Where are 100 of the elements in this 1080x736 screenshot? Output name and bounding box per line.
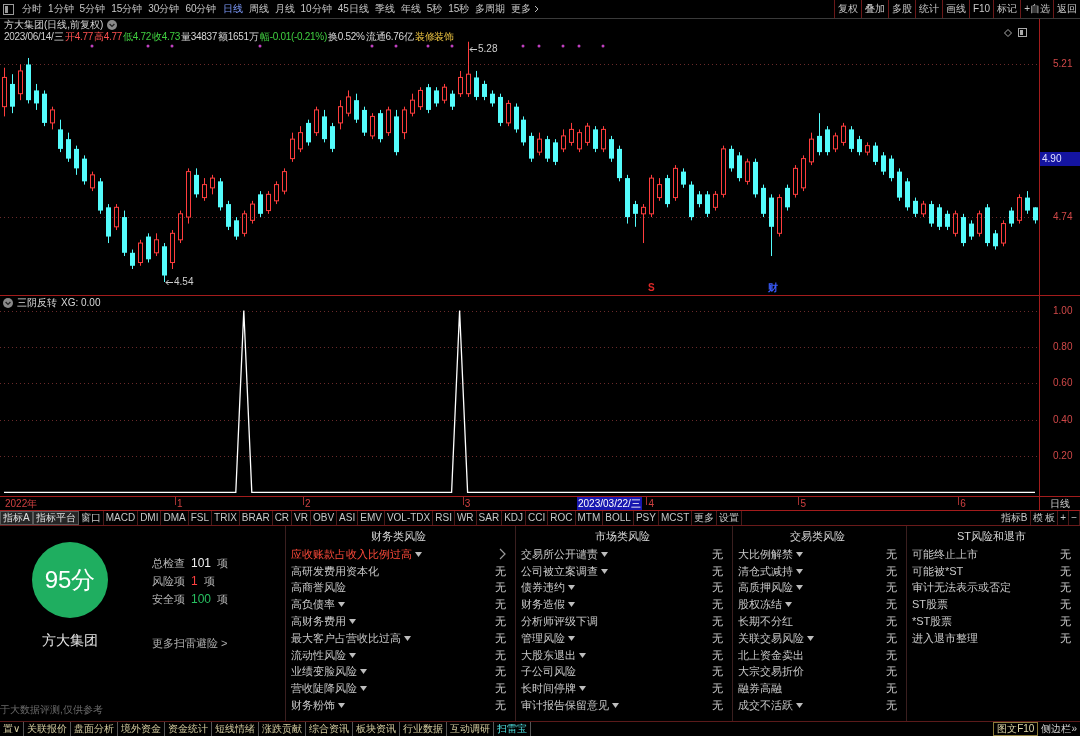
period-tab[interactable]: 30分钟 xyxy=(145,0,183,18)
risk-item[interactable]: 长时间停牌 xyxy=(521,681,576,697)
toolbar-button[interactable]: 画线 xyxy=(941,0,969,18)
bottom-tab[interactable]: 盘面分析 xyxy=(71,722,119,736)
period-tab[interactable]: 45日线 xyxy=(334,0,372,18)
indicator-tab[interactable]: ASI xyxy=(337,511,359,525)
risk-item[interactable]: 交易所公开谴责 xyxy=(521,546,598,562)
indicator-tab[interactable]: FSL xyxy=(188,511,213,525)
bottom-tab[interactable]: 扫雷宝 xyxy=(494,722,532,736)
indicator-tab[interactable]: DMI xyxy=(138,511,162,525)
bottom-tab[interactable]: 板块资讯 xyxy=(353,722,401,736)
risk-item[interactable]: 可能被*ST xyxy=(912,563,964,579)
risk-item[interactable]: 审计报告保留意见 xyxy=(521,698,609,714)
risk-item[interactable]: 大股东退出 xyxy=(521,647,576,663)
event-marker[interactable]: 财 xyxy=(768,282,778,294)
toolbar-button[interactable]: 指标B xyxy=(998,511,1031,525)
period-tab[interactable]: 多周期 xyxy=(472,0,509,18)
risk-item[interactable]: 高负债率 xyxy=(291,597,335,613)
risk-item[interactable]: 大宗交易折价 xyxy=(738,664,804,680)
period-tab[interactable]: 5秒 xyxy=(423,0,446,18)
period-tab[interactable]: 1分钟 xyxy=(45,0,77,18)
risk-item[interactable]: 高财务费用 xyxy=(291,614,346,630)
risk-item[interactable]: 营收陡降风险 xyxy=(291,681,357,697)
indicator-tab[interactable]: VOL-TDX xyxy=(384,511,434,525)
indicator-tab[interactable]: PSY xyxy=(633,511,659,525)
bottom-tab[interactable]: 资金统计 xyxy=(165,722,213,736)
toolbar-button[interactable]: 标记 xyxy=(993,0,1021,18)
risk-item[interactable]: 流动性风险 xyxy=(291,647,346,663)
toolbar-button[interactable]: 叠加 xyxy=(860,0,888,18)
toolbar-button[interactable]: F10 xyxy=(968,0,994,18)
period-tab[interactable]: 月线 xyxy=(271,0,298,18)
risk-item[interactable]: 财务造假 xyxy=(521,597,565,613)
period-tab[interactable]: 10分钟 xyxy=(297,0,335,18)
risk-item[interactable]: 股权冻结 xyxy=(738,597,782,613)
risk-item[interactable]: 进入退市整理 xyxy=(912,630,978,646)
bottom-tab[interactable]: 综合资讯 xyxy=(306,722,354,736)
indicator-tab[interactable]: MCST xyxy=(658,511,693,525)
indicator-tab[interactable]: TRIX xyxy=(212,511,240,525)
indicator-tab[interactable]: VR xyxy=(292,511,311,525)
period-tab[interactable]: 15分钟 xyxy=(108,0,146,18)
risk-item[interactable]: ST股票 xyxy=(912,597,949,613)
risk-item[interactable]: 公司被立案调查 xyxy=(521,563,598,579)
risk-item[interactable]: 可能终止上市 xyxy=(912,546,978,562)
toolbar-button[interactable]: 返回 xyxy=(1053,0,1080,18)
indicator-tab[interactable]: KDJ xyxy=(502,511,527,525)
event-marker[interactable]: S xyxy=(648,282,655,294)
risk-item[interactable]: 长期不分红 xyxy=(738,614,793,630)
bottom-tab[interactable]: 关联报价 xyxy=(24,722,72,736)
period-tab[interactable]: 5分钟 xyxy=(76,0,109,18)
risk-item[interactable]: 管理风险 xyxy=(521,630,565,646)
period-tab[interactable]: 季线 xyxy=(371,0,398,18)
bottom-tab[interactable]: 涨跌贡献 xyxy=(259,722,307,736)
indicator-tab[interactable]: BOLL xyxy=(603,511,634,525)
period-tab[interactable]: 分时 xyxy=(19,0,45,18)
indicator-tab[interactable]: MTM xyxy=(575,511,604,525)
indicator-tab[interactable]: EMV xyxy=(358,511,385,525)
risk-item[interactable]: 业绩变脸风险 xyxy=(291,664,357,680)
toolbar-button[interactable]: 模 板 xyxy=(1030,511,1059,525)
more-link[interactable]: 更多扫雷避险 > xyxy=(152,636,228,651)
bottom-tab[interactable]: 境外资金 xyxy=(118,722,166,736)
indicator-tab[interactable]: DMA xyxy=(161,511,189,525)
risk-item[interactable]: 清仓式减持 xyxy=(738,563,793,579)
toolbar-button[interactable]: 复权 xyxy=(833,0,861,18)
toolbar-button[interactable]: 多股 xyxy=(887,0,915,18)
indicator-tab[interactable]: 设置 xyxy=(717,511,743,525)
risk-item[interactable]: 高质押风险 xyxy=(738,580,793,596)
bottom-tab[interactable]: 互动调研 xyxy=(447,722,495,736)
indicator-tab[interactable]: OBV xyxy=(311,511,338,525)
risk-item[interactable]: 最大客户占营收比过高 xyxy=(291,630,401,646)
indicator-tab[interactable]: 窗口 xyxy=(78,511,104,525)
period-tab[interactable]: 周线 xyxy=(245,0,272,18)
indicator-tab[interactable]: RSI xyxy=(433,511,455,525)
bottom-tab[interactable]: 置∨ xyxy=(0,722,25,736)
indicator-tab[interactable]: 指标A xyxy=(0,511,33,525)
indicator-tab[interactable]: WR xyxy=(454,511,477,525)
bottom-tab[interactable]: 行业数据 xyxy=(400,722,448,736)
toolbar-button[interactable]: +自选 xyxy=(1020,0,1053,18)
period-tab[interactable]: 日线 xyxy=(219,0,246,18)
period-tab[interactable]: 60分钟 xyxy=(182,0,220,18)
risk-item[interactable]: 关联交易风险 xyxy=(738,630,804,646)
risk-item[interactable]: 大比例解禁 xyxy=(738,546,793,562)
sidebar-toggle[interactable]: 侧边栏» xyxy=(1038,722,1080,736)
indicator-tab[interactable]: 指标平台 xyxy=(32,511,79,525)
risk-item[interactable]: 北上资金卖出 xyxy=(738,647,804,663)
toolbar-button[interactable]: + xyxy=(1058,511,1070,525)
indicator-tab[interactable]: SAR xyxy=(476,511,503,525)
more-button[interactable]: 更多 xyxy=(508,0,543,18)
risk-item[interactable]: 审计无法表示或否定 xyxy=(912,580,1011,596)
period-tab[interactable]: 年线 xyxy=(397,0,424,18)
toolbar-button[interactable]: 统计 xyxy=(914,0,942,18)
risk-item[interactable]: 应收账款占收入比例过高 xyxy=(291,546,412,562)
indicator-tab[interactable]: CCI xyxy=(526,511,549,525)
f10-button[interactable]: 图文F10 xyxy=(993,722,1039,736)
risk-item[interactable]: 高研发费用资本化 xyxy=(291,563,379,579)
risk-item[interactable]: *ST股票 xyxy=(912,614,953,630)
risk-item[interactable]: 高商誉风险 xyxy=(291,580,346,596)
toolbar-button[interactable]: − xyxy=(1069,511,1080,525)
risk-item[interactable]: 财务粉饰 xyxy=(291,698,335,714)
risk-item[interactable]: 分析师评级下调 xyxy=(521,614,598,630)
period-tab[interactable]: 15秒 xyxy=(445,0,473,18)
